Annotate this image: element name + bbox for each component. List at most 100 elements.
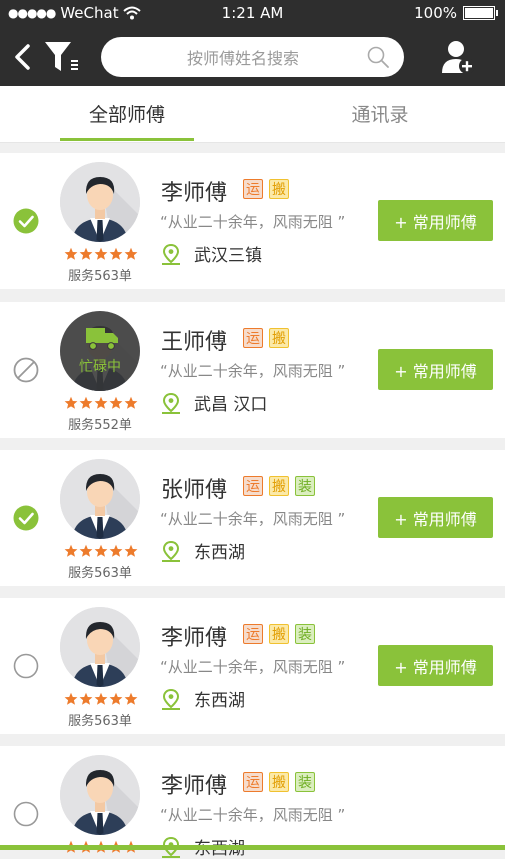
location-pin-icon [162, 243, 180, 265]
add-favorite-master-button[interactable]: + 常用师傅 [378, 645, 493, 686]
location-pin-icon [162, 392, 180, 414]
master-card[interactable]: 服务563单 李师傅 运搬装 “从业二十余年，风雨无阻 ” 东西湖 + 常用师傅 [0, 598, 505, 734]
unchecked-icon [13, 801, 39, 827]
avatar: 忙碌中 [60, 311, 140, 391]
service-tag: 运 [243, 179, 263, 199]
master-motto: “从业二十余年，风雨无阻 ” [160, 658, 346, 676]
person-avatar-icon [60, 607, 140, 687]
tab-indicator [60, 138, 194, 141]
battery-icon [463, 6, 498, 20]
service-tag: 运 [243, 624, 263, 644]
busy-overlay: 忙碌中 [60, 311, 140, 391]
order-count: 服务563单 [68, 269, 132, 284]
add-favorite-master-button[interactable]: + 常用师傅 [378, 349, 493, 390]
status-bar: ●●●●● WeChat 1:21 AM 100% [0, 0, 505, 28]
busy-label: 忙碌中 [79, 359, 121, 375]
location: 武昌 汉口 [161, 390, 267, 415]
location-text: 武昌 汉口 [194, 395, 268, 415]
master-name: 张师傅 [161, 478, 228, 503]
select-checkbox[interactable] [13, 505, 39, 531]
service-tags: 运搬 [243, 328, 289, 348]
location-text: 东西湖 [194, 543, 245, 563]
search-bar[interactable] [101, 37, 404, 77]
add-favorite-master-button[interactable]: + 常用师傅 [378, 497, 493, 538]
checked-icon [13, 505, 39, 531]
select-checkbox[interactable] [13, 801, 39, 827]
star-icon [109, 247, 123, 260]
master-name: 李师傅 [161, 626, 228, 651]
service-tags: 运搬装 [243, 476, 315, 496]
tab-bar: 全部师傅 通讯录 [0, 86, 505, 143]
master-motto: “从业二十余年，风雨无阻 ” [160, 806, 346, 824]
bottom-accent-bar [0, 845, 505, 850]
star-icon [64, 396, 78, 409]
master-motto: “从业二十余年，风雨无阻 ” [160, 362, 346, 380]
location: 东西湖 [161, 538, 245, 563]
avatar [60, 755, 140, 835]
select-checkbox[interactable] [13, 653, 39, 679]
star-icon [79, 544, 93, 557]
location-text: 东西湖 [194, 691, 245, 711]
star-icon [94, 247, 108, 260]
service-tag: 搬 [269, 624, 289, 644]
star-icon [109, 544, 123, 557]
location: 东西湖 [161, 686, 245, 711]
person-avatar-icon [60, 459, 140, 539]
master-card[interactable]: 李师傅 运搬装 “从业二十余年，风雨无阻 ” 东西湖 [0, 746, 505, 859]
master-name: 王师傅 [161, 330, 228, 355]
star-icon [64, 544, 78, 557]
star-icon [124, 396, 138, 409]
star-rating [64, 396, 140, 410]
battery-percent: 100% [414, 4, 457, 22]
location-pin-icon [162, 540, 180, 562]
unchecked-icon [13, 653, 39, 679]
master-motto: “从业二十余年，风雨无阻 ” [160, 213, 346, 231]
master-card[interactable]: 服务563单 张师傅 运搬装 “从业二十余年，风雨无阻 ” 东西湖 + 常用师傅 [0, 450, 505, 586]
service-tags: 运搬装 [243, 772, 315, 792]
star-icon [124, 692, 138, 705]
select-checkbox[interactable] [13, 208, 39, 234]
order-count: 服务552单 [68, 418, 132, 433]
avatar [60, 162, 140, 242]
filter-icon[interactable] [44, 40, 80, 74]
truck-icon [86, 328, 118, 350]
service-tag: 装 [295, 772, 315, 792]
master-motto: “从业二十余年，风雨无阻 ” [160, 510, 346, 528]
star-rating [64, 544, 140, 558]
service-tag: 装 [295, 476, 315, 496]
service-tags: 运搬 [243, 179, 289, 199]
person-avatar-icon [60, 755, 140, 835]
checked-icon [13, 208, 39, 234]
service-tag: 运 [243, 328, 263, 348]
service-tag: 搬 [269, 179, 289, 199]
service-tag: 搬 [269, 476, 289, 496]
select-checkbox[interactable] [13, 357, 39, 383]
star-rating [64, 692, 140, 706]
tab-all-masters[interactable]: 全部师傅 [57, 100, 197, 127]
star-icon [64, 692, 78, 705]
star-icon [109, 396, 123, 409]
service-tag: 搬 [269, 772, 289, 792]
star-icon [124, 247, 138, 260]
star-rating [64, 247, 140, 261]
master-card[interactable]: 服务563单 李师傅 运搬 “从业二十余年，风雨无阻 ” 武汉三镇 + 常用师傅 [0, 153, 505, 289]
add-favorite-master-button[interactable]: + 常用师傅 [378, 200, 493, 241]
service-tag: 搬 [269, 328, 289, 348]
service-tags: 运搬装 [243, 624, 315, 644]
nav-bar [0, 28, 505, 86]
star-icon [124, 544, 138, 557]
star-icon [109, 692, 123, 705]
star-icon [94, 544, 108, 557]
back-icon[interactable] [10, 42, 36, 72]
star-icon [79, 247, 93, 260]
avatar [60, 459, 140, 539]
search-icon[interactable] [366, 45, 390, 69]
search-input[interactable] [121, 45, 365, 71]
master-name: 李师傅 [161, 181, 228, 206]
master-card[interactable]: 忙碌中 服务552单 王师傅 运搬 “从业二十余年，风雨无阻 ” 武昌 汉口 +… [0, 302, 505, 438]
star-icon [94, 692, 108, 705]
star-icon [64, 247, 78, 260]
location-pin-icon [162, 688, 180, 710]
tab-contacts[interactable]: 通讯录 [310, 100, 450, 127]
add-user-icon[interactable] [441, 39, 475, 75]
